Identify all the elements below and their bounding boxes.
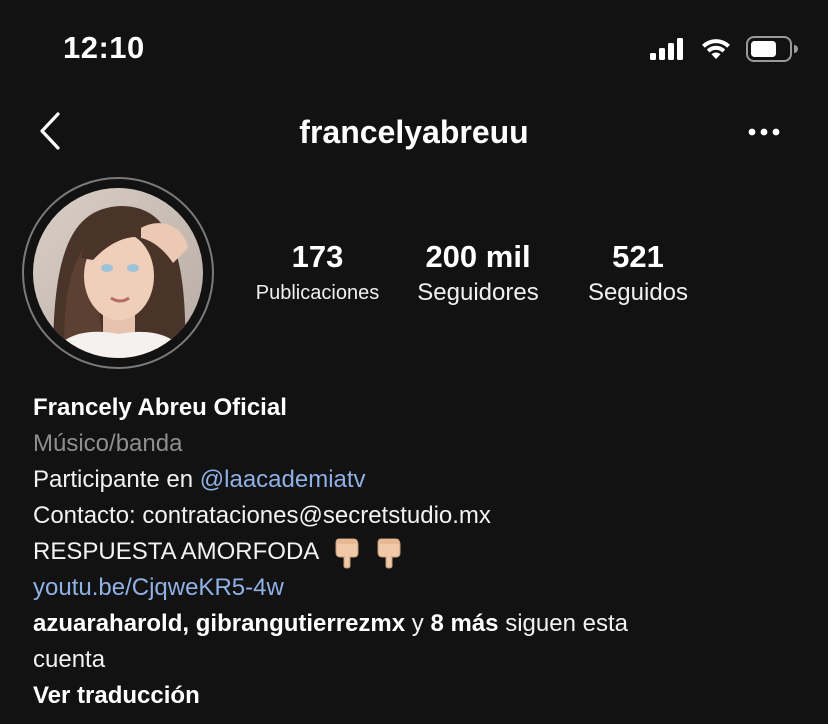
pointing-down-hand-emoji xyxy=(377,538,401,569)
bio-participant-line: Participante en @laacademiatv xyxy=(33,462,803,498)
contact-line: Contacto: contrataciones@secretstudio.mx xyxy=(33,502,491,529)
avatar-photo xyxy=(33,188,203,358)
display-name: Francely Abreu Oficial xyxy=(33,394,287,421)
more-options-button[interactable] xyxy=(742,114,786,150)
profile-bio: Francely Abreu Oficial Músico/banda Part… xyxy=(33,390,803,714)
category-label: Músico/banda xyxy=(33,430,183,457)
followed-by-separator: , xyxy=(182,610,196,637)
status-icons xyxy=(650,36,798,62)
follower-user-2[interactable]: gibrangutierrezmx xyxy=(196,610,405,637)
followers-value: 200 mil xyxy=(425,239,531,274)
cellular-signal-icon xyxy=(650,38,683,60)
followed-by-line[interactable]: azuaraharold, gibrangutierrezmx y 8 más … xyxy=(33,606,803,642)
following-label: Seguidos xyxy=(587,279,689,306)
following-value: 521 xyxy=(612,239,664,274)
followers-count[interactable]: 200 mil Seguidores xyxy=(400,238,556,310)
profile-header: francelyabreuu xyxy=(0,100,828,170)
followed-by-more[interactable]: 8 más xyxy=(430,610,498,637)
wifi-icon xyxy=(702,39,730,59)
following-count[interactable]: 521 Seguidos xyxy=(570,238,706,310)
follower-user-1[interactable]: azuaraharold xyxy=(33,610,182,637)
mention-link[interactable]: @laacademiatv xyxy=(200,466,366,493)
followers-label: Seguidores xyxy=(417,279,539,306)
status-bar: 12:10 xyxy=(0,0,828,100)
respuesta-text: RESPUESTA AMORFODA xyxy=(33,538,318,565)
posts-count[interactable]: 173 Publicaciones xyxy=(240,238,395,310)
followed-by-suffix: siguen esta xyxy=(498,610,628,637)
profile-picture[interactable] xyxy=(22,177,214,369)
respuesta-line: RESPUESTA AMORFODA xyxy=(33,534,803,570)
battery-icon xyxy=(746,36,798,62)
status-time: 12:10 xyxy=(63,30,145,65)
posts-label: Publicaciones xyxy=(255,282,380,304)
avatar xyxy=(33,188,203,358)
more-horizontal-icon xyxy=(748,128,780,136)
participant-text: Participante en xyxy=(33,466,200,493)
followed-by-suffix-2: cuenta xyxy=(33,646,106,673)
pointing-down-hand-emoji xyxy=(335,538,359,569)
see-translation-button[interactable]: Ver traducción xyxy=(33,678,803,714)
posts-value: 173 xyxy=(291,239,344,274)
followed-by-and: y xyxy=(405,610,431,637)
external-link[interactable]: youtu.be/CjqweKR5-4w xyxy=(33,570,803,606)
profile-username: francelyabreuu xyxy=(299,114,529,150)
